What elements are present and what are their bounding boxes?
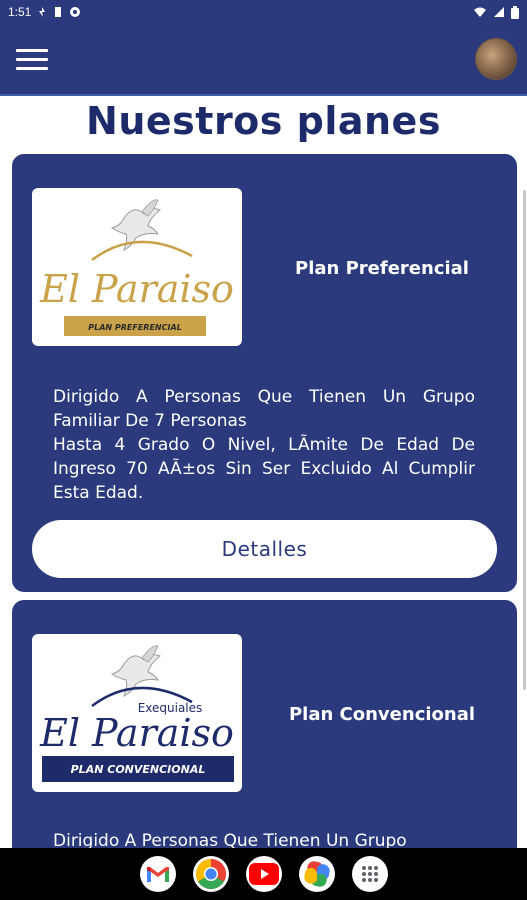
youtube-icon[interactable] [245,856,282,892]
el-paraiso-logo-blue: Exequiales El Paraiso PLAN CONVENCIONAL [39,645,234,782]
notification-icon [39,7,46,17]
user-avatar[interactable] [475,38,517,80]
photos-icon[interactable] [298,856,335,892]
chrome-icon[interactable] [192,856,229,892]
el-paraiso-logo-gold: El Paraiso PLAN PREFERENCIAL [39,199,234,336]
sd-card-icon [55,7,62,17]
plan-description-convencional: Dirigido A Personas Que Tienen Un Grupo [53,829,475,848]
plan-description-preferencial: Dirigido A Personas Que Tienen Un Grupo … [53,385,475,505]
sync-icon [70,7,81,17]
gmail-icon[interactable] [139,856,176,892]
plan-description-text: Dirigido A Personas Que Tienen Un Grupo [53,831,407,848]
logo-plan-ribbon-text: PLAN CONVENCIONAL [71,763,206,776]
scrollbar[interactable] [523,190,526,690]
logo-brand-text: El Paraiso [39,267,234,311]
plan-logo-convencional: Exequiales El Paraiso PLAN CONVENCIONAL [32,634,242,792]
app-bar [0,24,527,96]
plan-name-preferencial: Plan Preferencial [295,258,469,279]
plan-card-preferencial: El Paraiso PLAN PREFERENCIAL Plan Prefer… [12,154,517,592]
plan-logo-preferencial: El Paraiso PLAN PREFERENCIAL [32,188,242,346]
details-button-preferencial[interactable]: Detalles [32,520,497,578]
plan-description-text: Dirigido A Personas Que Tienen Un Grupo … [53,387,475,503]
bottom-dock [0,848,527,900]
hamburger-menu-icon[interactable] [16,49,48,71]
status-time: 1:51 [8,5,32,19]
app-drawer-icon[interactable] [351,856,388,892]
page-title: Nuestros planes [86,99,441,143]
signal-icon [494,7,504,17]
logo-plan-ribbon-text: PLAN PREFERENCIAL [88,323,182,332]
wifi-icon [474,7,486,17]
plan-name-convencional: Plan Convencional [288,704,476,725]
status-bar: 1:51 [0,0,527,24]
battery-icon [511,5,519,19]
logo-brand-text: El Paraiso [39,711,234,755]
main-content[interactable]: Nuestros planes El Paraiso PLAN PREFEREN… [0,98,527,848]
plan-card-convencional: Exequiales El Paraiso PLAN CONVENCIONAL … [12,600,517,848]
